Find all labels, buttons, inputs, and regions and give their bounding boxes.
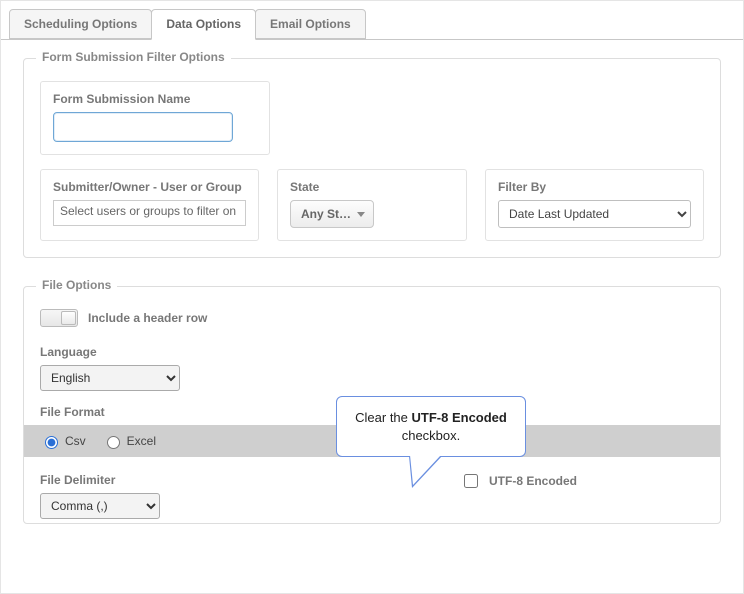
language-label: Language (40, 345, 704, 359)
filterby-label: Filter By (498, 180, 691, 194)
format-csv-radio[interactable] (45, 436, 58, 449)
include-header-row: Include a header row (40, 309, 704, 327)
chevron-down-icon (357, 212, 365, 217)
callout-tail-icon (409, 456, 442, 488)
submitter-input[interactable]: Select users or groups to filter on (53, 200, 246, 226)
delimiter-block: File Delimiter Comma (,) (40, 473, 160, 519)
tab-content: Form Submission Filter Options Form Subm… (1, 40, 743, 544)
state-dropdown[interactable]: Any St… (290, 200, 374, 228)
callout-text-bold: UTF-8 Encoded (412, 410, 507, 425)
form-name-input[interactable] (53, 112, 233, 142)
form-name-box: Form Submission Name (40, 81, 270, 155)
submitter-box: Submitter/Owner - User or Group Select u… (40, 169, 259, 241)
toggle-knob (61, 311, 76, 325)
language-block: Language English (40, 345, 704, 391)
filter-row: Submitter/Owner - User or Group Select u… (40, 169, 704, 241)
delimiter-select[interactable]: Comma (,) (40, 493, 160, 519)
tab-scheduling[interactable]: Scheduling Options (9, 9, 152, 39)
state-label: State (290, 180, 454, 194)
format-excel-option[interactable]: Excel (102, 433, 156, 449)
state-box: State Any St… (277, 169, 467, 241)
include-header-label: Include a header row (88, 311, 207, 325)
utf8-label: UTF-8 Encoded (489, 474, 577, 488)
tab-data[interactable]: Data Options (151, 9, 256, 40)
callout-text-pre: Clear the (355, 410, 411, 425)
filter-options-group: Form Submission Filter Options Form Subm… (23, 58, 721, 258)
submitter-label: Submitter/Owner - User or Group (53, 180, 246, 194)
utf8-checkbox[interactable] (464, 474, 478, 488)
instruction-callout: Clear the UTF-8 Encoded checkbox. (336, 396, 526, 457)
delimiter-label: File Delimiter (40, 473, 160, 487)
tab-bar: Scheduling Options Data Options Email Op… (1, 1, 743, 40)
language-select[interactable]: English (40, 365, 180, 391)
format-excel-label: Excel (127, 434, 156, 448)
utf8-block: UTF-8 Encoded (460, 471, 577, 519)
tab-email[interactable]: Email Options (255, 9, 366, 39)
format-excel-radio[interactable] (107, 436, 120, 449)
app-frame: Scheduling Options Data Options Email Op… (0, 0, 744, 594)
filter-options-legend: Form Submission Filter Options (36, 50, 231, 64)
format-csv-option[interactable]: Csv (40, 433, 86, 449)
file-options-legend: File Options (36, 278, 117, 292)
format-csv-label: Csv (65, 434, 86, 448)
bottom-row: File Delimiter Comma (,) UTF-8 Encoded (40, 471, 704, 519)
filterby-select[interactable]: Date Last Updated (498, 200, 691, 228)
filterby-box: Filter By Date Last Updated (485, 169, 704, 241)
state-value: Any St… (301, 207, 351, 221)
include-header-toggle[interactable] (40, 309, 78, 327)
form-name-label: Form Submission Name (53, 92, 257, 106)
callout-text-post: checkbox. (402, 428, 461, 443)
